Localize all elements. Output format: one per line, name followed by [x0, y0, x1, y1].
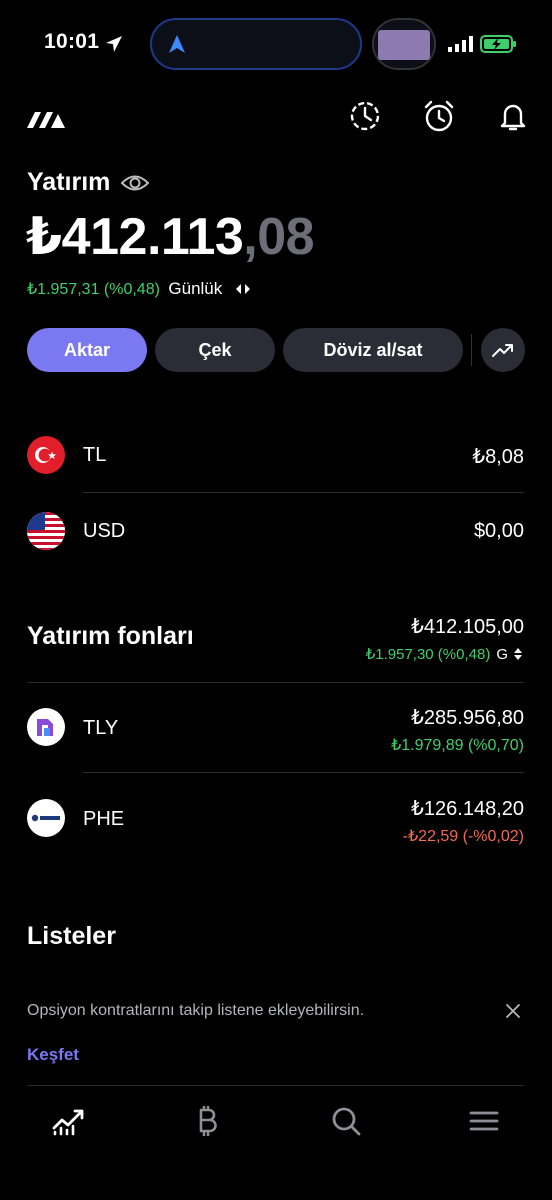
battery-charging-icon	[480, 35, 516, 53]
daily-change: ₺1.957,31 (%0,48)	[27, 281, 160, 298]
lists-notice: Opsiyon kontratlarını takip listene ekle…	[27, 1002, 365, 1019]
fund-value-tly: ₺285.956,80	[411, 707, 524, 729]
fund-logo-phe-icon	[27, 799, 65, 837]
sort-icon[interactable]	[514, 648, 522, 660]
history-icon[interactable]	[348, 99, 382, 133]
funds-change-row: ₺1.957,30 (%0,48) G	[366, 645, 522, 663]
divider	[27, 682, 524, 683]
fund-change-phe: -₺22,59 (-%0,02)	[402, 828, 524, 845]
withdraw-button[interactable]: Çek	[155, 328, 275, 372]
divider	[27, 1085, 524, 1086]
section-title: Yatırım	[27, 168, 111, 196]
fund-name-phe: PHE	[83, 808, 125, 830]
divider	[83, 492, 524, 493]
fund-name-tly: TLY	[83, 717, 119, 739]
balance-fraction: ,08	[243, 208, 315, 266]
trend-up-icon	[492, 344, 513, 357]
status-time: 10:01	[44, 30, 100, 53]
funds-title: Yatırım fonları	[27, 622, 194, 650]
fx-button[interactable]: Döviz al/sat	[283, 328, 463, 372]
app-logo-icon	[27, 112, 65, 128]
divider	[83, 772, 524, 773]
cash-value-usd: $0,00	[473, 520, 524, 542]
usa-flag-icon	[27, 512, 65, 550]
media-artwork	[378, 30, 430, 60]
location-arrow-icon	[106, 36, 122, 52]
funds-period[interactable]: G	[496, 646, 508, 663]
funds-total-change: ₺1.957,30 (%0,48)	[365, 646, 491, 663]
signal-icon	[448, 36, 473, 52]
cash-value-tl: ₺8,08	[472, 446, 524, 468]
fund-value-phe: ₺126.148,20	[411, 798, 524, 820]
fund-logo-tly-icon	[27, 708, 65, 746]
nav-bitcoin-icon[interactable]	[187, 1101, 227, 1141]
nav-portfolio-icon[interactable]	[48, 1101, 88, 1141]
fund-change-tly: ₺1.979,89 (%0,70)	[391, 737, 524, 754]
funds-total: ₺412.105,00	[411, 616, 524, 638]
navigation-arrow-icon	[169, 35, 185, 53]
period-label[interactable]: Günlük	[168, 279, 222, 298]
bell-icon[interactable]	[497, 99, 529, 133]
eye-icon[interactable]	[120, 172, 150, 194]
cash-name-tl: TL	[83, 444, 107, 466]
chart-button[interactable]	[481, 328, 525, 372]
toggle-arrows-icon[interactable]	[235, 282, 251, 296]
alarm-icon[interactable]	[422, 99, 456, 133]
nav-menu-icon[interactable]	[464, 1101, 504, 1141]
cash-name-usd: USD	[83, 520, 126, 542]
lists-title: Listeler	[27, 922, 116, 950]
turkey-flag-icon	[27, 436, 65, 474]
nav-search-icon[interactable]	[326, 1101, 366, 1141]
transfer-button[interactable]: Aktar	[27, 328, 147, 372]
close-icon[interactable]	[506, 1004, 520, 1018]
total-balance: ₺412.113,08	[26, 207, 315, 267]
balance-whole: ₺412.113	[26, 208, 244, 266]
action-divider	[471, 334, 472, 366]
daily-change-row: ₺1.957,31 (%0,48) Günlük	[27, 279, 222, 299]
discover-link[interactable]: Keşfet	[27, 1045, 79, 1065]
